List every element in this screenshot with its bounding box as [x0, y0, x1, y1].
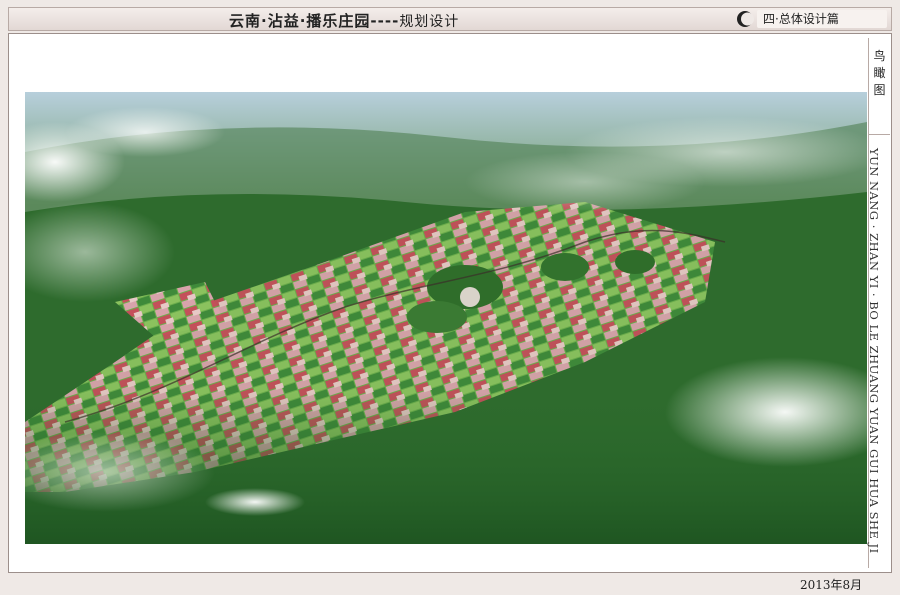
crescent-logo-icon — [737, 11, 754, 27]
title-subtitle: 规划设计 — [399, 14, 460, 30]
page-header: 云南·沾益·播乐庄园----规划设计 四·总体设计篇 — [8, 7, 892, 31]
page-title: 云南·沾益·播乐庄园----规划设计 — [229, 10, 459, 31]
project-title: 云南·沾益·播乐庄园 — [229, 12, 371, 30]
side-divider — [869, 134, 890, 135]
aerial-rendering — [25, 92, 867, 544]
aerial-view-image — [25, 92, 867, 544]
project-pinyin-vertical: YUN NANG · ZHAN YI · BO LE ZHUANG YUAN G… — [867, 148, 881, 554]
section-badge: 四·总体设计篇 — [757, 10, 887, 28]
date-label: 2013年8月 — [800, 578, 863, 592]
title-dashes: ---- — [370, 12, 400, 30]
view-type-label: 鸟瞰图 — [873, 49, 886, 97]
